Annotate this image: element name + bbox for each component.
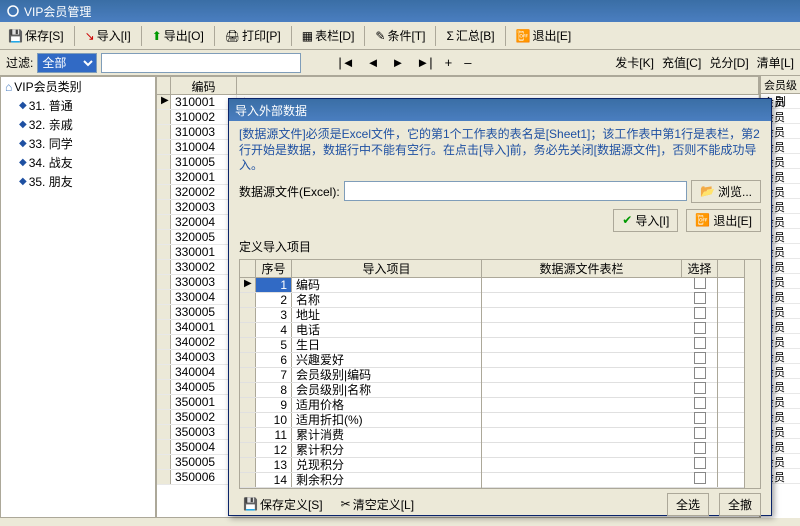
recharge-button[interactable]: 充值[C] (662, 54, 701, 71)
select-checkbox[interactable] (694, 292, 706, 304)
filter-bar: 过滤: 全部 |◄ ◄ ► ►| + – 发卡[K] 充值[C] 兑分[D] 清… (0, 50, 800, 76)
select-checkbox[interactable] (694, 412, 706, 424)
select-checkbox[interactable] (694, 382, 706, 394)
col-name[interactable] (237, 77, 759, 94)
filter-input[interactable] (101, 53, 301, 73)
select-none-button[interactable]: 全撤 (719, 493, 761, 516)
list-button[interactable]: 清单[L] (757, 54, 794, 71)
select-checkbox[interactable] (694, 457, 706, 469)
nav-first[interactable]: |◄ (335, 55, 357, 70)
diamond-icon: ◆ (19, 119, 27, 130)
diamond-icon: ◆ (19, 100, 27, 111)
home-icon: ⌂ (5, 80, 12, 94)
dialog-exit-button[interactable]: 📴退出[E] (686, 209, 761, 232)
do-import-button[interactable]: ✔导入[I] (613, 209, 678, 232)
filter-select[interactable]: 全部 (37, 53, 97, 73)
mapping-grid[interactable]: 序号 导入项目 数据源文件表栏 选择 ▶1编码2名称3地址4电话5生日6兴趣爱好… (239, 259, 761, 489)
check-icon: ✔ (622, 213, 632, 227)
scrollbar[interactable] (744, 260, 760, 488)
diamond-icon: ◆ (19, 176, 27, 187)
tree-item[interactable]: ◆32. 亲戚 (1, 115, 155, 134)
nav-next[interactable]: ► (388, 55, 407, 70)
file-input[interactable] (344, 181, 687, 201)
select-checkbox[interactable] (694, 442, 706, 454)
category-tree[interactable]: ⌂VIP会员类别 ◆31. 普通◆32. 亲戚◆33. 同学◆34. 战友◆35… (0, 76, 156, 518)
save-def-button[interactable]: 💾保存定义[S] (239, 494, 327, 515)
map-row[interactable]: 14剩余积分 (240, 473, 744, 488)
window-title-bar: VIP会员管理 (0, 0, 800, 22)
redeem-button[interactable]: 兑分[D] (709, 54, 748, 71)
tree-item[interactable]: ◆31. 普通 (1, 96, 155, 115)
dialog-title-bar[interactable]: 导入外部数据 (229, 99, 771, 121)
nav-prev[interactable]: ◄ (364, 55, 383, 70)
nav-last[interactable]: ►| (413, 55, 435, 70)
select-all-button[interactable]: 全选 (667, 493, 709, 516)
condition-button[interactable]: ✎条件[T] (371, 25, 429, 46)
import-dialog: 导入外部数据 [数据源文件]必须是Excel文件，它的第1个工作表的表名是[Sh… (228, 98, 772, 516)
file-label: 数据源文件(Excel): (239, 183, 340, 200)
level-header[interactable]: 会员级别 (761, 76, 800, 94)
col-code[interactable]: 编码 (171, 77, 237, 94)
summary-button[interactable]: Σ汇总[B] (442, 25, 498, 46)
export-button[interactable]: ⬆导出[O] (148, 25, 208, 46)
nav-minus[interactable]: – (461, 55, 474, 70)
clear-def-button[interactable]: ✂清空定义[L] (337, 494, 418, 515)
nav-buttons: |◄ ◄ ► ►| + – (335, 55, 474, 70)
select-checkbox[interactable] (694, 322, 706, 334)
save-button[interactable]: 💾保存[S] (4, 25, 68, 46)
select-checkbox[interactable] (694, 472, 706, 484)
import-button[interactable]: ↘导入[I] (81, 25, 135, 46)
select-checkbox[interactable] (694, 337, 706, 349)
dialog-title: 导入外部数据 (235, 102, 307, 119)
select-checkbox[interactable] (694, 307, 706, 319)
app-icon (6, 4, 20, 18)
print-button[interactable]: 🖨打印[P] (221, 25, 285, 46)
tree-item[interactable]: ◆34. 战友 (1, 153, 155, 172)
window-title: VIP会员管理 (24, 3, 91, 20)
tree-root[interactable]: ⌂VIP会员类别 (1, 77, 155, 96)
tree-item[interactable]: ◆35. 朋友 (1, 172, 155, 191)
warning-text: [数据源文件]必须是Excel文件，它的第1个工作表的表名是[Sheet1]；该… (239, 127, 761, 174)
exit-icon: 📴 (695, 213, 710, 227)
diamond-icon: ◆ (19, 138, 27, 149)
select-checkbox[interactable] (694, 278, 706, 290)
select-checkbox[interactable] (694, 397, 706, 409)
select-checkbox[interactable] (694, 352, 706, 364)
filter-label: 过滤: (6, 54, 33, 71)
card-button[interactable]: 发卡[K] (615, 54, 654, 71)
columns-button[interactable]: ▦表栏[D] (298, 25, 359, 46)
tree-item[interactable]: ◆33. 同学 (1, 134, 155, 153)
main-toolbar: 💾保存[S] ↘导入[I] ⬆导出[O] 🖨打印[P] ▦表栏[D] ✎条件[T… (0, 22, 800, 50)
diamond-icon: ◆ (19, 157, 27, 168)
select-checkbox[interactable] (694, 367, 706, 379)
exit-button[interactable]: 📴退出[E] (512, 25, 576, 46)
browse-button[interactable]: 📂浏览... (691, 180, 761, 203)
nav-plus[interactable]: + (442, 55, 456, 70)
folder-icon: 📂 (700, 184, 715, 198)
section-title: 定义导入项目 (239, 238, 761, 255)
select-checkbox[interactable] (694, 427, 706, 439)
